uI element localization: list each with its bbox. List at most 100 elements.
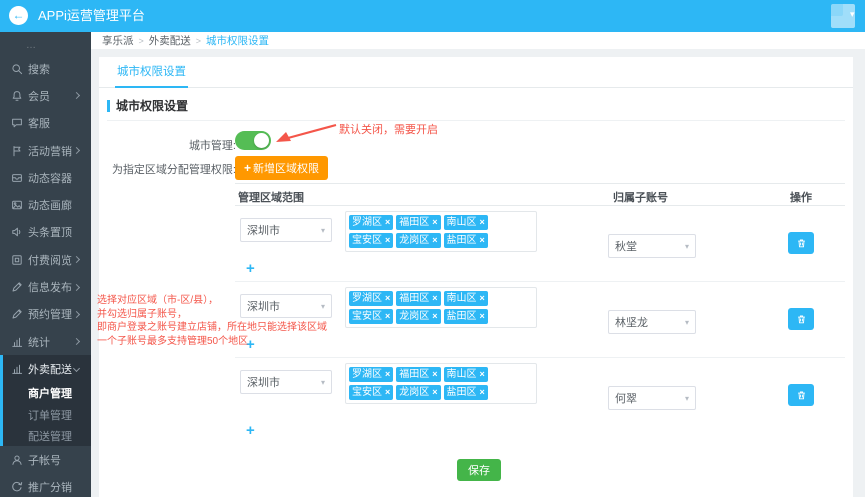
chevron-down-icon [73,365,80,372]
chevron-down-icon[interactable]: ▾ [850,9,855,20]
district-tag-label: 罗湖区 [352,369,382,380]
sidebar-item-label: 推广分销 [28,479,72,495]
district-tag: 盐田区× [444,233,488,248]
column-header-region: 管理区域范围 [238,189,304,205]
district-tag: 福田区× [396,367,440,382]
section-title-text: 城市权限设置 [116,97,188,114]
sidebar-item-gallery[interactable]: 动态画廊 [0,191,91,218]
breadcrumb-item[interactable]: 享乐派 [102,33,134,48]
city-management-toggle[interactable] [235,131,271,150]
table-row: 深圳市▾罗湖区×福田区×南山区×宝安区×龙岗区×盐田区×+何翠▾ [235,358,845,447]
district-tag: 龙岗区× [396,233,440,248]
annotation-arrow [272,120,342,146]
sidebar-item-info-publish[interactable]: 信息发布 [0,273,91,300]
chevron-right-icon [73,92,80,99]
close-icon[interactable]: × [385,387,390,397]
sidebar-subitem-配送管理[interactable]: 配送管理 [3,425,91,446]
chevron-right-icon [73,147,80,154]
breadcrumb-item[interactable]: 外卖配送 [149,33,191,48]
sidebar-subitem-订单管理[interactable]: 订单管理 [3,404,91,425]
district-tag: 龙岗区× [396,309,440,324]
tab-city-permission[interactable]: 城市权限设置 [115,57,188,88]
district-tag-label: 罗湖区 [352,217,382,228]
add-district-button[interactable]: + [246,260,255,277]
section-title-bar [107,100,110,112]
sidebar-item-marketing[interactable]: 活动营销 [0,137,91,164]
section-title: 城市权限设置 [107,97,188,114]
close-icon[interactable]: × [432,217,437,227]
breadcrumb-separator: > [139,36,144,46]
close-icon[interactable]: × [432,235,437,245]
sidebar-item-promotion[interactable]: 推广分销 [0,474,91,497]
sidebar-item-stats[interactable]: 统计 [0,328,91,355]
delete-row-button[interactable] [788,308,814,330]
close-icon[interactable]: × [385,311,390,321]
district-tag-label: 罗湖区 [352,293,382,304]
close-icon[interactable]: × [480,217,485,227]
sidebar-item-takeout[interactable]: 外卖配送 [3,355,91,382]
district-tag-label: 福田区 [399,217,429,228]
bell-icon [11,90,23,102]
sidebar-item-headline[interactable]: 头条置顶 [0,219,91,246]
district-tag: 罗湖区× [349,291,393,306]
district-tag-label: 福田区 [399,369,429,380]
district-tag-label: 龙岗区 [399,311,429,322]
account-select[interactable]: 何翠▾ [608,386,696,410]
close-icon[interactable]: × [480,235,485,245]
save-button[interactable]: 保存 [457,459,501,481]
back-icon[interactable]: ← [9,6,28,25]
help-annotation-line: 选择对应区域（市-区/县）， [97,294,341,308]
district-tag: 福田区× [396,291,440,306]
close-icon[interactable]: × [432,311,437,321]
delete-row-button[interactable] [788,232,814,254]
chevron-down-icon: ▾ [321,226,325,235]
close-icon[interactable]: × [480,369,485,379]
city-select[interactable]: 深圳市▾ [240,370,332,394]
sidebar-subitem-商户管理[interactable]: 商户管理 [3,383,91,404]
box-icon [11,172,23,184]
close-icon[interactable]: × [432,387,437,397]
district-tag: 龙岗区× [396,385,440,400]
chevron-down-icon: ▾ [321,378,325,387]
sidebar-item-member[interactable]: 会员 [0,82,91,109]
add-region-permission-button[interactable]: + 新增区域权限 [235,156,328,180]
sidebar-item-booking[interactable]: 预约管理 [0,301,91,328]
close-icon[interactable]: × [480,311,485,321]
breadcrumb: 享乐派>外卖配送>城市权限设置 [91,32,865,49]
sidebar-item-service[interactable]: 客服 [0,110,91,137]
city-select-value: 深圳市 [247,222,280,238]
sidebar-item-container[interactable]: 动态容器 [0,164,91,191]
district-tag-label: 盐田区 [447,311,477,322]
add-district-button[interactable]: + [246,422,255,439]
close-icon[interactable]: × [480,387,485,397]
sidebar-menu: 搜索会员客服活动营销动态容器动态画廊头条置顶付费阅览信息发布预约管理统计外卖配送… [0,55,91,497]
close-icon[interactable]: × [432,369,437,379]
chevron-right-icon [73,256,80,263]
city-select[interactable]: 深圳市 ▾ [240,218,332,242]
share-icon [11,481,23,493]
sidebar-item-sub-account[interactable]: 子帐号 [0,446,91,473]
delete-row-button[interactable] [788,384,814,406]
trash-icon [796,314,807,325]
account-select[interactable]: 林坚龙▾ [608,310,696,334]
breadcrumb-item: 城市权限设置 [206,33,269,48]
sidebar-item-label: 预约管理 [28,306,72,322]
sidebar: … 搜索会员客服活动营销动态容器动态画廊头条置顶付费阅览信息发布预约管理统计外卖… [0,32,91,497]
close-icon[interactable]: × [385,369,390,379]
gallery-icon [11,199,23,211]
close-icon[interactable]: × [385,293,390,303]
account-select[interactable]: 秋堂▾ [608,234,696,258]
close-icon[interactable]: × [480,293,485,303]
sidebar-item-paid-reading[interactable]: 付费阅览 [0,246,91,273]
main-panel: 城市权限设置 城市权限设置 城市管理: 默认关闭，需要开启 为指定区域分配管理权… [99,57,853,497]
district-tag-label: 盐田区 [447,387,477,398]
close-icon[interactable]: × [385,235,390,245]
sidebar-item-label: 付费阅览 [28,252,72,268]
district-tags: 罗湖区×福田区×南山区×宝安区×龙岗区×盐田区× [345,363,537,404]
close-icon[interactable]: × [432,293,437,303]
close-icon[interactable]: × [385,217,390,227]
chevron-right-icon [73,283,80,290]
sidebar-item-search[interactable]: 搜索 [0,55,91,82]
district-tag-label: 宝安区 [352,235,382,246]
account-select-value: 林坚龙 [615,314,648,330]
